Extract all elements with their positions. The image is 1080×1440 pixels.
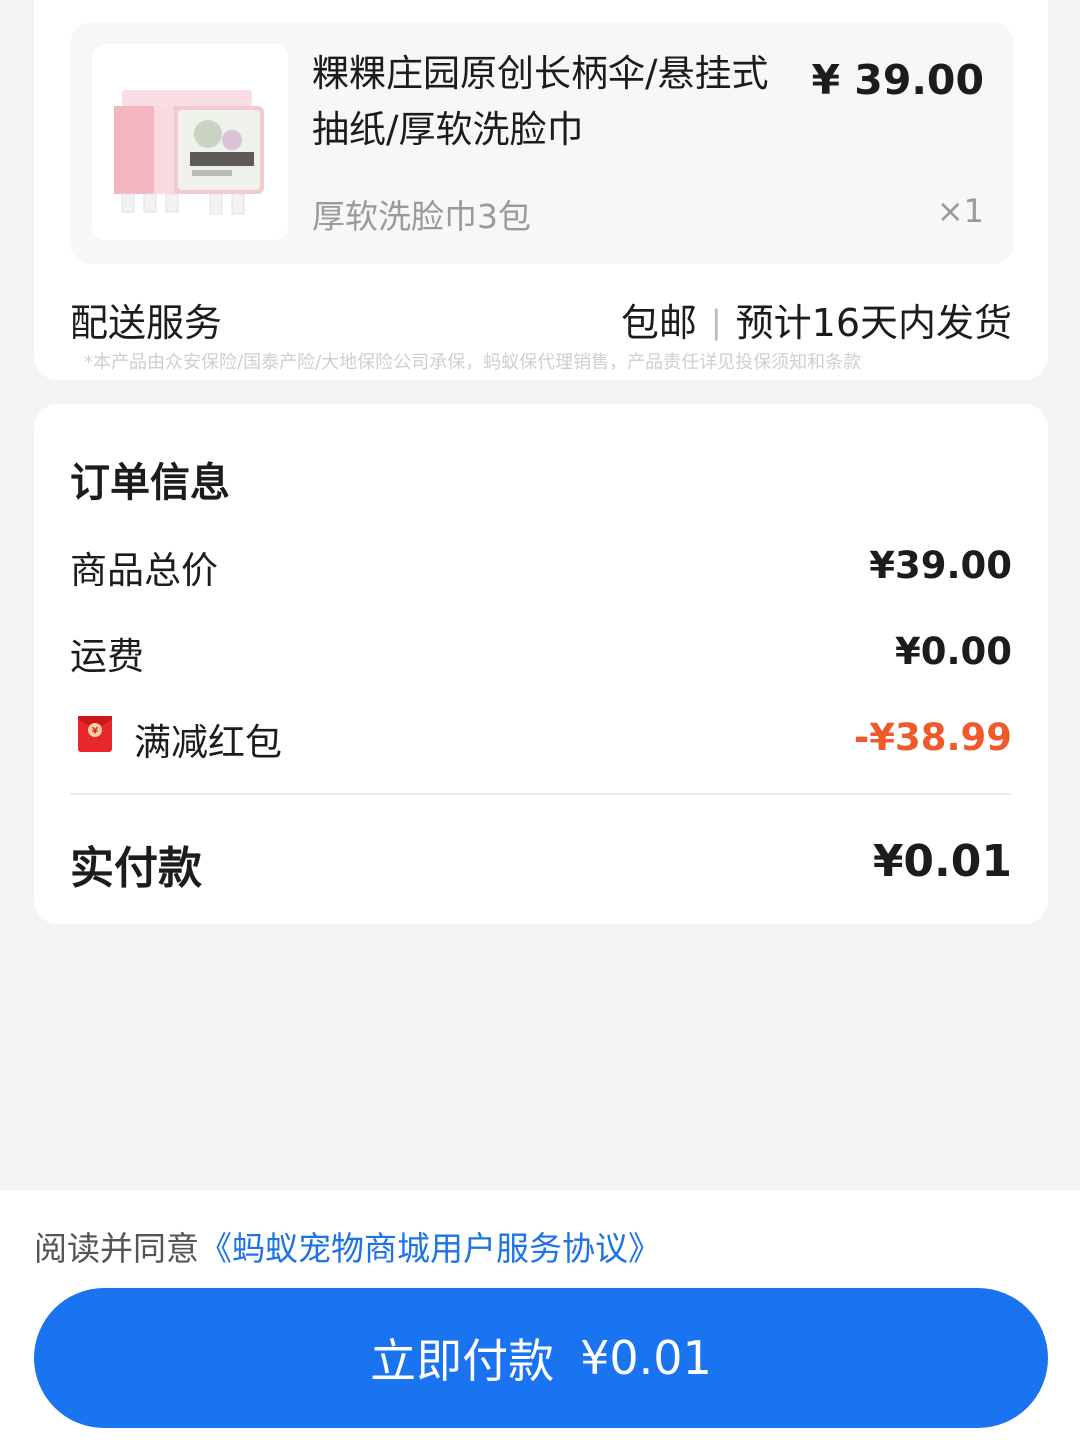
pay-now-label: 立即付款	[370, 1334, 555, 1388]
ship-estimate-text: 预计16天内发货	[735, 301, 1012, 345]
delivery-separator: |	[710, 303, 722, 341]
order-info-card: 订单信息 商品总价 ¥39.00 运费 ¥0.00 ¥ 满减红包 -¥38.99…	[34, 404, 1048, 924]
pay-now-button[interactable]: 立即付款 ¥0.01	[34, 1288, 1048, 1428]
product-title[interactable]: 粿粿庄园原创长柄伞/悬挂式抽纸/厚软洗脸巾	[312, 46, 772, 158]
product-image-icon[interactable]	[92, 44, 288, 240]
agreement-text: 阅读并同意《蚂蚁宠物商城用户服务协议》	[34, 1222, 661, 1270]
divider	[70, 793, 1012, 795]
delivery-info[interactable]: 包邮 | 预计16天内发货	[621, 292, 1012, 347]
agreement-prefix: 阅读并同意	[34, 1229, 199, 1268]
order-info-title: 订单信息	[70, 460, 230, 506]
total-label: 实付款	[70, 843, 202, 894]
delivery-service-label: 配送服务	[70, 301, 223, 345]
subtotal-value: ¥39.00	[869, 544, 1012, 587]
user-agreement-link[interactable]: 《蚂蚁宠物商城用户服务协议》	[199, 1229, 661, 1268]
product-spec: 厚软洗脸巾3包	[312, 197, 531, 236]
shipping-fee-value: ¥0.00	[894, 630, 1012, 673]
product-row[interactable]: 粿粿庄园原创长柄伞/悬挂式抽纸/厚软洗脸巾 ¥ 39.00 厚软洗脸巾3包 ×1	[70, 22, 1014, 264]
shipping-fee-label: 运费	[70, 635, 144, 678]
checkout-bar: 阅读并同意《蚂蚁宠物商城用户服务协议》 立即付款 ¥0.01	[0, 1190, 1080, 1440]
product-quantity: ×1	[936, 192, 984, 230]
pay-now-amount: ¥0.01	[580, 1331, 712, 1385]
discount-label[interactable]: 满减红包	[134, 712, 282, 766]
subtotal-label: 商品总价	[70, 549, 218, 592]
red-packet-icon: ¥	[78, 716, 112, 752]
product-price: ¥ 39.00	[811, 56, 985, 104]
free-shipping-text: 包邮	[620, 301, 697, 345]
insurance-disclaimer: *本产品由众安保险/国泰产险/大地保险公司承保，蚂蚁保代理销售，产品责任详见投保…	[84, 352, 862, 373]
total-value: ¥0.01	[872, 836, 1012, 887]
svg-text:¥: ¥	[92, 727, 99, 737]
discount-value[interactable]: -¥38.99	[854, 716, 1012, 759]
